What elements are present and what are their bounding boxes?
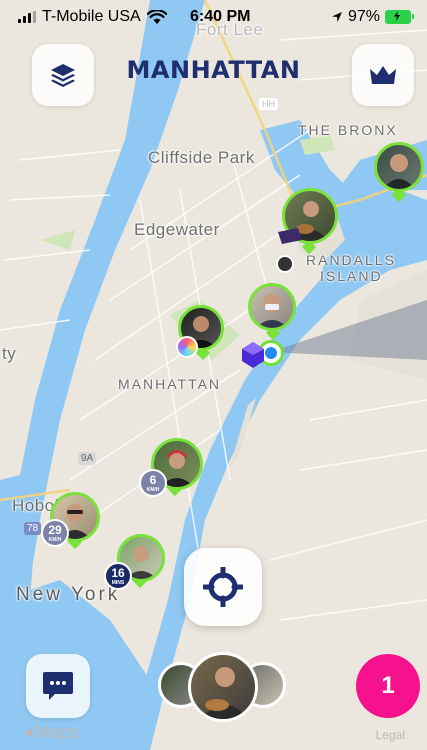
chat-button[interactable] (26, 654, 90, 718)
speed-unit: KM/H (48, 537, 62, 543)
crown-icon (370, 66, 396, 84)
legal-link[interactable]: Legal (376, 728, 405, 742)
speed-value: 29 (48, 523, 62, 537)
map-label-bronx: THE BRONX (298, 122, 398, 138)
friend-marker-masked[interactable] (248, 283, 296, 331)
signal-icon (18, 11, 36, 23)
maps-brand-text: Maps (34, 722, 79, 742)
guitar-case-icon (278, 228, 302, 244)
speed-badge: 29 KM/H (41, 519, 69, 547)
notification-count-button[interactable]: 1 (356, 654, 420, 718)
chat-bubble-icon (43, 672, 73, 700)
speed-unit: KM/H (146, 487, 160, 493)
activity-badge-icon (176, 336, 198, 358)
speed-value: 6 (149, 473, 157, 487)
eta-unit: MINS (111, 580, 125, 586)
speed-badge: 6 KM/H (139, 469, 167, 497)
map-label-city-partial: ty (2, 344, 17, 363)
mini-avatar-marker[interactable] (276, 255, 294, 273)
location-arrow-icon (331, 12, 342, 22)
route-sign-9a: 9A (78, 452, 97, 465)
map-label-new-york: New York (16, 584, 121, 605)
friend-avatar-icon (383, 154, 415, 189)
apple-logo-icon: ● (24, 722, 35, 742)
battery-percent: 97% (347, 8, 380, 25)
status-left: T-Mobile USA (18, 8, 167, 26)
gem-icon (242, 342, 264, 368)
status-right: 97% (331, 8, 414, 26)
carrier-name: T-Mobile USA (42, 8, 141, 25)
map-label-edgewater: Edgewater (134, 220, 220, 239)
status-bar: T-Mobile USA 6:40 PM 97% (0, 0, 427, 36)
route-sign-hh: HH (259, 98, 278, 110)
apple-maps-brand: ●Maps (24, 722, 79, 743)
premium-button[interactable] (352, 44, 414, 106)
route-sign-78: 78 (24, 522, 42, 535)
battery-icon (385, 10, 414, 24)
map-canvas[interactable] (0, 0, 427, 750)
friend-marker-bronx[interactable] (374, 142, 424, 192)
map-label-cliffside-park: Cliffside Park (148, 148, 255, 167)
friends-avatar-stack[interactable] (158, 652, 290, 722)
location-dot-icon (265, 347, 277, 359)
eta-value: 16 (111, 566, 125, 580)
map-label-island: ISLAND (320, 268, 383, 284)
status-time: 6:40 PM (190, 8, 251, 25)
eta-badge: 16 MINS (104, 562, 132, 590)
stack-avatar-center (188, 652, 258, 722)
map-label-randalls: RANDALLS (306, 252, 396, 268)
crosshair-icon (203, 567, 243, 607)
friend-avatar-icon (256, 294, 288, 328)
friend-avatar-icon (201, 667, 249, 719)
recenter-button[interactable] (184, 548, 262, 626)
map-label-manhattan: MANHATTAN (118, 376, 222, 392)
wifi-icon (146, 9, 167, 24)
